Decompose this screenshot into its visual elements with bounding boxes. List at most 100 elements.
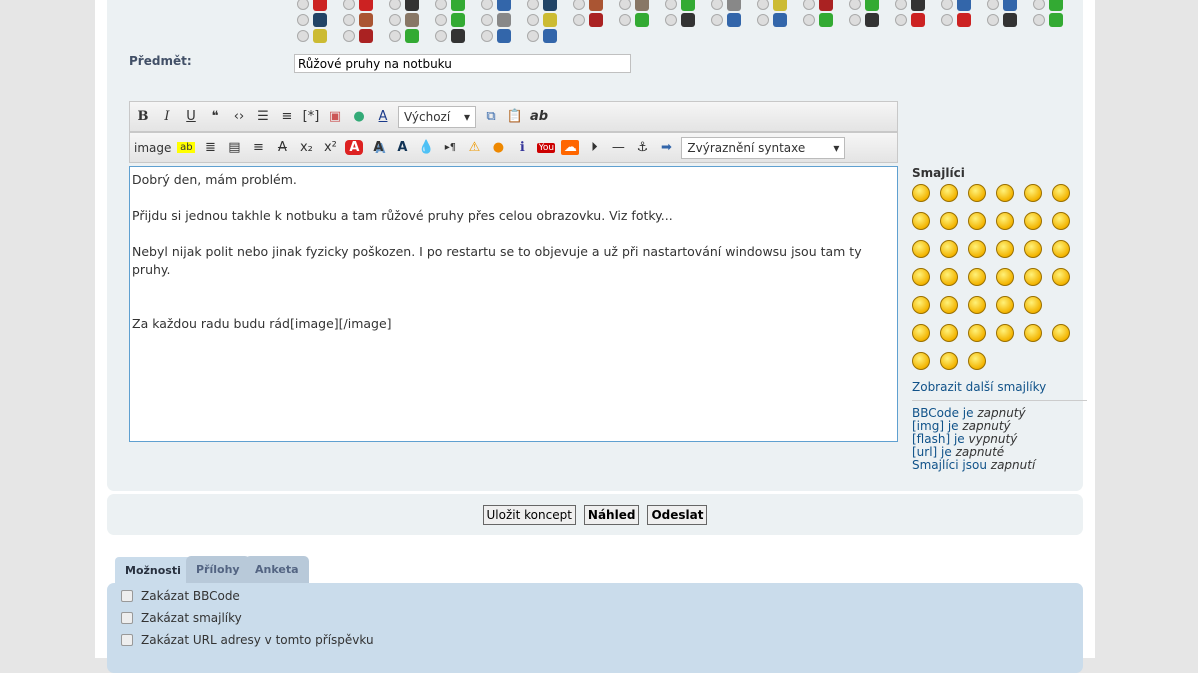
smiley-icon[interactable] [1052, 268, 1070, 286]
topic-icon-option[interactable] [711, 0, 757, 12]
info-icon[interactable]: ℹ [513, 140, 531, 155]
smiley-icon[interactable] [940, 352, 958, 370]
topic-icon-option[interactable] [895, 0, 941, 12]
topic-icon-option[interactable] [435, 12, 481, 28]
radio[interactable] [527, 30, 539, 42]
smiley-icon[interactable] [912, 352, 930, 370]
topic-icon-option[interactable] [573, 12, 619, 28]
shadow-text-icon[interactable]: A [369, 140, 387, 155]
radio[interactable] [527, 14, 539, 26]
smiley-icon[interactable] [1052, 240, 1070, 258]
radio[interactable] [389, 30, 401, 42]
smiley-icon[interactable] [996, 268, 1014, 286]
smiley-icon[interactable] [940, 268, 958, 286]
smiley-icon[interactable] [1024, 296, 1042, 314]
radio[interactable] [389, 0, 401, 10]
smiley-icon[interactable] [1024, 268, 1042, 286]
topic-icon-option[interactable] [481, 28, 527, 44]
superscript-icon[interactable]: x² [321, 140, 339, 155]
smiley-icon[interactable] [912, 212, 930, 230]
anchor-icon[interactable]: ⚓ [633, 140, 651, 155]
smiley-icon[interactable] [912, 296, 930, 314]
topic-icon-option[interactable] [803, 0, 849, 12]
numbered-list-icon[interactable]: ≡ [278, 109, 296, 124]
radio[interactable] [757, 14, 769, 26]
tab-attachments[interactable]: Přílohy [186, 556, 250, 583]
radio[interactable] [343, 30, 355, 42]
topic-icon-option[interactable] [527, 0, 573, 12]
smiley-icon[interactable] [940, 324, 958, 342]
radio[interactable] [665, 14, 677, 26]
smiley-icon[interactable] [968, 296, 986, 314]
radio[interactable] [1033, 14, 1045, 26]
smiley-icon[interactable] [1052, 324, 1070, 342]
topic-icon-option[interactable] [941, 0, 987, 12]
radio[interactable] [895, 0, 907, 10]
radio[interactable] [481, 14, 493, 26]
topic-icon-option[interactable] [895, 12, 941, 28]
radio[interactable] [941, 14, 953, 26]
highlight-icon[interactable]: ab [177, 142, 196, 153]
topic-icon-option[interactable] [343, 12, 389, 28]
strike-icon[interactable]: A [273, 140, 291, 155]
topic-icon-option[interactable] [389, 12, 435, 28]
radio[interactable] [573, 14, 585, 26]
topic-icon-option[interactable] [389, 28, 435, 44]
image-icon[interactable]: ▣ [326, 109, 344, 124]
smiley-icon[interactable] [1024, 240, 1042, 258]
radio[interactable] [711, 0, 723, 10]
spellcheck-icon[interactable]: ab [530, 109, 548, 124]
next-icon[interactable]: ➡ [657, 140, 675, 155]
radio[interactable] [757, 0, 769, 10]
smiley-icon[interactable] [968, 240, 986, 258]
radio[interactable] [803, 0, 815, 10]
radio[interactable] [711, 14, 723, 26]
image-tag-button[interactable]: image [134, 141, 171, 155]
topic-icon-option[interactable] [619, 0, 665, 12]
topic-icon-option[interactable] [1033, 12, 1079, 28]
speech-icon[interactable]: ● [489, 140, 507, 155]
topic-icon-option[interactable] [527, 28, 573, 44]
smiley-icon[interactable] [1024, 184, 1042, 202]
option-disable-bbcode[interactable]: Zakázat BBCode [121, 589, 240, 603]
smiley-icon[interactable] [940, 184, 958, 202]
checkbox[interactable] [121, 634, 133, 646]
soundcloud-icon[interactable]: ☁ [561, 140, 580, 155]
topic-icon-option[interactable] [343, 28, 389, 44]
smiley-icon[interactable] [1024, 212, 1042, 230]
smiley-icon[interactable] [996, 324, 1014, 342]
url-icon[interactable]: ● [350, 109, 368, 124]
radio[interactable] [297, 14, 309, 26]
radio[interactable] [619, 0, 631, 10]
radio[interactable] [435, 30, 447, 42]
topic-icon-option[interactable] [665, 0, 711, 12]
smiley-icon[interactable] [996, 212, 1014, 230]
subject-input[interactable] [294, 54, 631, 73]
topic-icon-option[interactable] [987, 0, 1033, 12]
option-disable-smilies[interactable]: Zakázat smajlíky [121, 611, 242, 625]
smiley-icon[interactable] [996, 240, 1014, 258]
radio[interactable] [619, 14, 631, 26]
smiley-icon[interactable] [996, 184, 1014, 202]
fire-text-icon[interactable]: A [345, 140, 364, 155]
smiley-icon[interactable] [968, 352, 986, 370]
smiley-icon[interactable] [968, 324, 986, 342]
radio[interactable] [573, 0, 585, 10]
radio[interactable] [527, 0, 539, 10]
topic-icon-option[interactable] [343, 0, 389, 12]
radio[interactable] [481, 0, 493, 10]
horizontal-rule-icon[interactable]: — [609, 140, 627, 155]
drop-icon[interactable]: 💧 [417, 140, 435, 155]
topic-icon-option[interactable] [987, 12, 1033, 28]
font-color-icon[interactable]: A [374, 109, 392, 124]
topic-icon-option[interactable] [757, 0, 803, 12]
bold-button[interactable]: B [134, 109, 152, 124]
tab-poll[interactable]: Anketa [245, 556, 309, 583]
smiley-icon[interactable] [1052, 212, 1070, 230]
topic-icon-option[interactable] [803, 12, 849, 28]
radio[interactable] [1033, 0, 1045, 10]
smiley-icon[interactable] [940, 212, 958, 230]
radio[interactable] [941, 0, 953, 10]
copy-icon[interactable]: ⧉ [482, 109, 500, 124]
topic-icon-option[interactable] [665, 12, 711, 28]
